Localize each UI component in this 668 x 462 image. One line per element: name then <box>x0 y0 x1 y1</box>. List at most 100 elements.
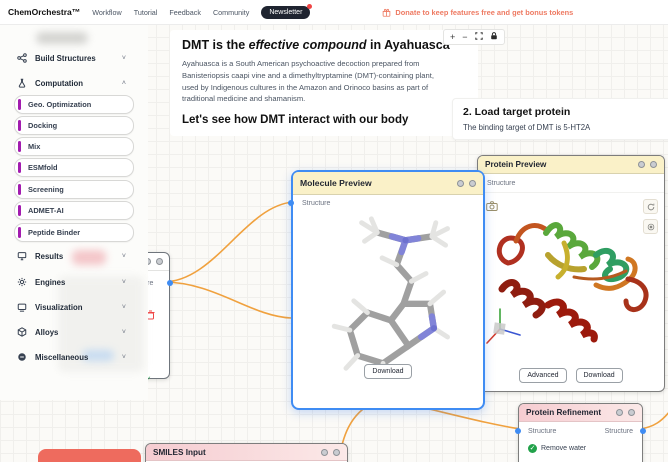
dot-icon[interactable] <box>650 161 657 168</box>
gear-icon <box>16 277 27 287</box>
accent-bar <box>18 227 21 238</box>
download-button[interactable]: Download <box>575 368 623 383</box>
input-port-label: Structure <box>302 199 331 207</box>
sidebar-item-docking[interactable]: Docking <box>14 116 134 135</box>
accent-bar <box>18 205 21 216</box>
dot-icon[interactable] <box>457 179 464 187</box>
annotation-load-protein: 2. Load target protein The binding targe… <box>452 98 668 140</box>
sidebar-item-build-structures[interactable]: Build Structures ˅ <box>0 50 148 66</box>
zoom-out-icon[interactable]: − <box>462 32 467 42</box>
sidebar-item-alloys[interactable]: Alloys ˅ <box>0 324 148 340</box>
dmt-molecule-image <box>331 216 450 381</box>
chevron-down-icon: ˅ <box>121 303 126 311</box>
sidebar-item-computation[interactable]: Computation ˄ <box>0 75 148 91</box>
remove-water-option[interactable]: ✓ Remove water <box>519 441 642 453</box>
sidebar-item-geo-optimization[interactable]: Geo. Optimization <box>14 95 134 114</box>
dot-icon[interactable] <box>333 448 340 456</box>
sidebar-item-engines[interactable]: Engines ˅ <box>0 274 148 290</box>
node-title: Protein Preview <box>485 160 547 169</box>
node-protein-preview[interactable]: Protein Preview Structure Advanced Downl… <box>474 155 665 392</box>
sidebar-item-miscellaneous[interactable]: Miscellaneous ˅ <box>0 349 148 365</box>
nav-feedback[interactable]: Feedback <box>169 8 201 17</box>
sidebar-item-mix[interactable]: Mix <box>14 137 134 156</box>
annotation-title: DMT is the effective compound in Ayahuas… <box>182 38 450 52</box>
chevron-down-icon: ˅ <box>121 54 126 62</box>
input-handle[interactable] <box>515 428 521 434</box>
chevron-down-icon: ˅ <box>121 353 126 361</box>
sidebar-item-results[interactable]: Results ˅ <box>0 248 148 264</box>
advanced-button[interactable]: Advanced <box>519 368 567 383</box>
molecule-preview-header[interactable]: Molecule Preview <box>293 172 483 195</box>
node-molecule-preview[interactable]: Molecule Preview Structure Download <box>288 170 485 410</box>
dot-icon[interactable] <box>616 409 623 416</box>
dot-icon[interactable] <box>469 179 476 187</box>
sidebar-item-peptide-binder[interactable]: Peptide Binder <box>14 223 134 242</box>
fit-view-icon[interactable] <box>474 32 483 42</box>
newsletter-button[interactable]: Newsletter <box>261 3 313 19</box>
node-smiles-input[interactable]: SMILES Input Input SMILES <box>145 443 348 462</box>
app-logo[interactable]: ChemOrchestra™ <box>8 7 80 17</box>
option-label: Remove water <box>541 445 587 452</box>
protein-ribbon-image <box>486 222 649 344</box>
annotation2-title: 2. Load target protein <box>463 106 571 118</box>
camera-icon[interactable] <box>486 201 498 211</box>
output-port-label: Structure <box>604 428 633 435</box>
gift-icon <box>383 8 391 17</box>
lock-icon[interactable] <box>490 32 498 42</box>
nav-community[interactable]: Community <box>213 8 249 17</box>
protein-viewer[interactable] <box>478 193 664 355</box>
app-window: DMT is the effective compound in Ayahuas… <box>0 0 668 462</box>
flask-icon <box>16 78 27 88</box>
chevron-down-icon: ˅ <box>121 252 126 260</box>
molecule-input-row: Structure <box>288 195 483 211</box>
download-button[interactable]: Download <box>364 364 412 379</box>
input-handle[interactable] <box>288 200 294 206</box>
accent-bar <box>18 120 21 131</box>
refresh-icon[interactable] <box>643 199 658 214</box>
zoom-in-icon[interactable]: + <box>450 32 455 42</box>
sidebar-item-admet-ai[interactable]: ADMET-AI <box>14 201 134 220</box>
accent-bar <box>18 141 21 152</box>
axis-gizmo-icon <box>486 308 521 344</box>
molecule-viewer[interactable]: Download <box>293 211 483 381</box>
input-port-label: Structure <box>528 428 557 435</box>
dot-icon[interactable] <box>156 258 163 265</box>
node-title: Molecule Preview <box>300 178 372 188</box>
node-protein-refinement[interactable]: Protein Refinement Structure Structure ✓… <box>515 403 646 462</box>
accent-bar <box>18 99 21 110</box>
annotation2-body: The binding target of DMT is 5-HT2A <box>463 123 591 132</box>
target-icon[interactable] <box>643 219 658 234</box>
dot-icon[interactable] <box>638 161 645 168</box>
protein-preview-header[interactable]: Protein Preview <box>478 156 664 174</box>
nav-workflow[interactable]: Workflow <box>92 8 121 17</box>
chevron-down-icon: ˅ <box>121 328 126 336</box>
node-title: Protein Refinement <box>526 408 602 417</box>
annotation-subtitle: Let's see how DMT interact with our body <box>182 114 409 127</box>
dot-icon[interactable] <box>321 448 328 456</box>
run-button-partial[interactable] <box>38 449 141 462</box>
sidebar-item-visualization[interactable]: Visualization ˅ <box>0 299 148 315</box>
chevron-up-icon: ˄ <box>121 79 126 87</box>
canvas-controls: + − <box>443 29 505 45</box>
dot-icon[interactable] <box>628 409 635 416</box>
check-circle-icon: ✓ <box>528 444 537 453</box>
output-handle[interactable] <box>167 280 173 286</box>
annotation-body: Ayahuasca is a South American psychoacti… <box>182 59 434 104</box>
sidebar-item-esmfold[interactable]: ESMfold <box>14 158 134 177</box>
notification-dot <box>307 3 313 9</box>
protein-input-row: Structure <box>474 174 664 193</box>
refinement-ports: Structure Structure <box>515 422 646 441</box>
sidebar-item-screening[interactable]: Screening <box>14 180 134 199</box>
display-icon <box>16 302 27 312</box>
refinement-header[interactable]: Protein Refinement <box>519 404 642 422</box>
donate-link[interactable]: Donate to keep features free and get bon… <box>382 8 573 17</box>
nav-tutorial[interactable]: Tutorial <box>134 8 158 17</box>
protein-preview-actions: Advanced Download <box>478 368 664 383</box>
smiles-header[interactable]: SMILES Input <box>146 444 347 461</box>
input-port-label: Structure <box>487 179 516 187</box>
circle-dash-icon <box>16 352 27 362</box>
top-navigation: ChemOrchestra™ Workflow Tutorial Feedbac… <box>0 0 668 25</box>
chevron-down-icon: ˅ <box>121 278 126 286</box>
output-handle[interactable] <box>640 428 646 434</box>
accent-bar <box>18 162 21 173</box>
